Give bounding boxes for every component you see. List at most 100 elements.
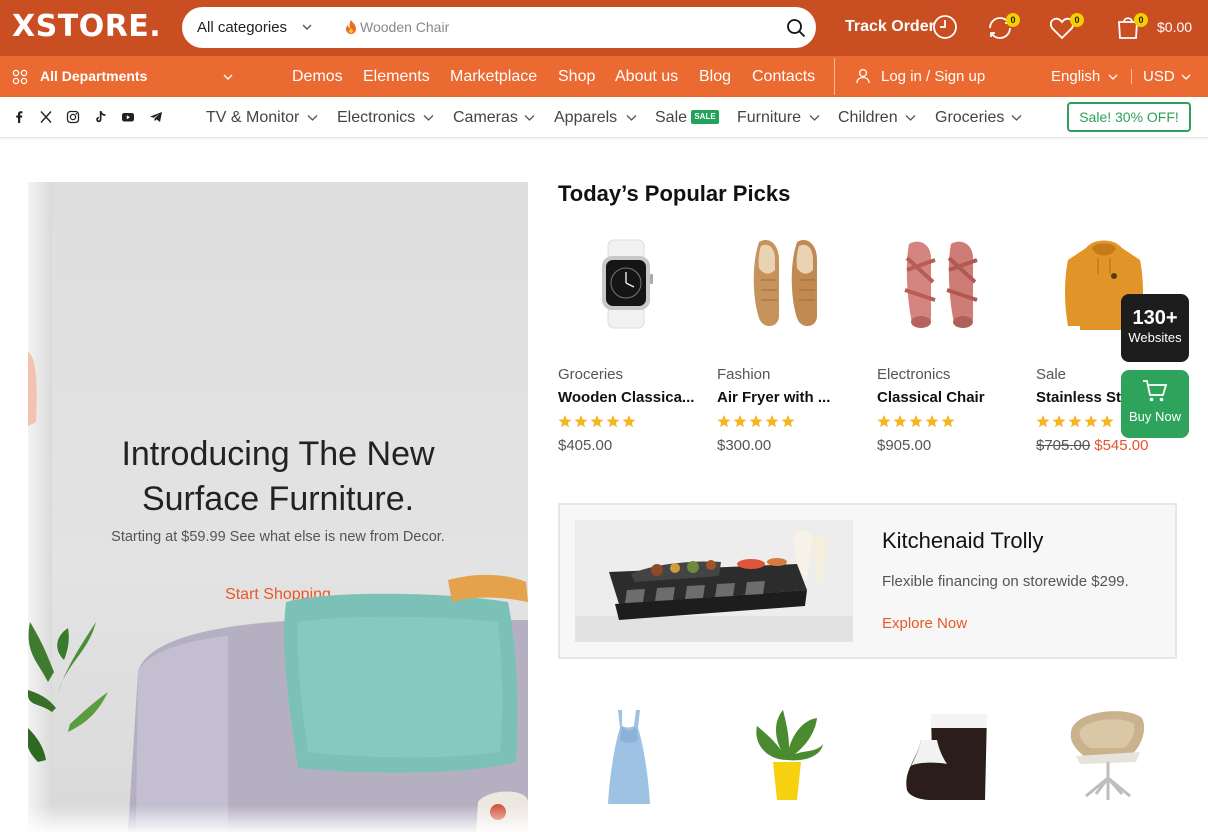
product-name[interactable]: Air Fryer with ... — [717, 389, 830, 407]
smartwatch-image[interactable] — [558, 230, 698, 340]
category-tv-monitor[interactable]: TV & Monitor — [206, 108, 299, 127]
chevron-down-icon[interactable] — [1180, 71, 1192, 83]
x-icon[interactable] — [39, 110, 53, 124]
nav-item-marketplace[interactable]: Marketplace — [450, 67, 537, 86]
product-price: $405.00 — [558, 437, 613, 454]
nav-item-about-us[interactable]: About us — [615, 67, 678, 86]
nav-item-contacts[interactable]: Contacts — [752, 67, 815, 86]
search-input[interactable]: Wooden Chair — [360, 19, 449, 36]
instagram-icon[interactable] — [66, 110, 80, 124]
potted-plant-image[interactable] — [717, 700, 857, 810]
sale-30-off-button[interactable]: Sale! 30% OFF! — [1067, 102, 1191, 132]
cart-icon — [1143, 380, 1168, 402]
sale-price: $545.00 — [1094, 437, 1149, 454]
nav-item-demos[interactable]: Demos — [292, 67, 343, 86]
product-price: $300.00 — [717, 437, 772, 454]
category-children[interactable]: Children — [838, 108, 898, 127]
category-furniture[interactable]: Furniture — [737, 108, 801, 127]
chevron-down-icon[interactable] — [1107, 71, 1119, 83]
star-rating — [558, 415, 636, 428]
product-name[interactable]: Wooden Classica... — [558, 389, 694, 407]
grill-image — [575, 520, 853, 642]
category-sale[interactable]: Sale — [655, 108, 687, 127]
cart-count-badge: 0 — [1134, 13, 1148, 27]
telegram-icon[interactable] — [149, 110, 163, 124]
compare-count-badge: 0 — [1006, 13, 1020, 27]
cart-total[interactable]: $0.00 — [1157, 19, 1192, 36]
nav-item-shop[interactable]: Shop — [558, 67, 595, 86]
category-select[interactable]: All categories — [197, 18, 287, 37]
loafers-image[interactable] — [717, 230, 857, 340]
product-card[interactable]: Groceries Wooden Classica... $405.00 — [558, 230, 708, 460]
product-name[interactable]: Stainless Ste — [1036, 389, 1129, 407]
hero-subtitle: Starting at $59.99 See what else is new … — [111, 529, 445, 545]
grid-icon[interactable] — [12, 69, 28, 85]
chevron-down-icon[interactable] — [523, 111, 536, 124]
star-rating — [877, 415, 955, 428]
clock-icon[interactable] — [932, 14, 958, 40]
armchair-image[interactable] — [1036, 700, 1176, 810]
youtube-icon[interactable] — [121, 110, 135, 124]
product-category: Groceries — [558, 366, 624, 383]
explore-now-link[interactable]: Explore Now — [882, 615, 967, 633]
track-order-link[interactable]: Track Order — [845, 17, 935, 37]
facebook-icon[interactable] — [12, 110, 26, 124]
buy-now-label: Buy Now — [1128, 409, 1182, 424]
product-category: Electronics — [877, 366, 951, 383]
chevron-down-icon[interactable] — [422, 111, 435, 124]
product-card[interactable]: Fashion Air Fryer with ... $300.00 — [717, 230, 867, 460]
dress-image[interactable] — [558, 700, 698, 810]
hero-title: Introducing The New Surface Furniture. — [121, 435, 435, 518]
main-navigation: All Departments Demos Elements Marketpla… — [0, 56, 1208, 97]
chevron-down-icon[interactable] — [306, 111, 319, 124]
product-price: $705.00 $545.00 — [1036, 437, 1148, 455]
star-rating — [717, 415, 795, 428]
websites-label: Websites — [1128, 330, 1182, 345]
tiktok-icon[interactable] — [94, 110, 108, 124]
search-bar[interactable]: All categories Wooden Chair — [182, 7, 816, 48]
locale-divider — [1131, 69, 1132, 84]
category-apparels[interactable]: Apparels — [554, 108, 617, 127]
promo-banner[interactable]: Kitchenaid Trolly Flexible financing on … — [558, 503, 1177, 659]
nav-divider — [834, 58, 835, 95]
currency-select[interactable]: USD — [1143, 68, 1175, 86]
category-bar: TV & Monitor Electronics Cameras Apparel… — [0, 97, 1208, 138]
product-category: Sale — [1036, 366, 1067, 383]
top-header: XSTORE. All categories Wooden Chair Trac… — [0, 0, 1208, 56]
user-icon[interactable] — [855, 68, 871, 84]
popular-picks-title: Today’s Popular Picks — [558, 181, 791, 206]
chevron-down-icon[interactable] — [625, 111, 638, 124]
wishlist-count-badge: 0 — [1070, 13, 1084, 27]
chevron-down-icon[interactable] — [1010, 111, 1023, 124]
language-select[interactable]: English — [1051, 68, 1100, 86]
hero-lamp-image — [28, 352, 37, 426]
star-rating — [1036, 415, 1114, 428]
chevron-down-icon[interactable] — [904, 111, 917, 124]
old-price: $705.00 — [1036, 437, 1091, 454]
sale-badge: SALE — [691, 110, 719, 124]
nav-item-elements[interactable]: Elements — [363, 67, 430, 86]
category-cameras[interactable]: Cameras — [453, 108, 518, 127]
product-card[interactable]: Electronics Classical Chair $905.00 — [877, 230, 1027, 460]
chevron-down-icon[interactable] — [808, 111, 821, 124]
all-departments-menu[interactable]: All Departments — [40, 68, 147, 85]
product-category: Fashion — [717, 366, 771, 383]
product-price: $905.00 — [877, 437, 932, 454]
websites-widget[interactable]: 130+ Websites — [1121, 294, 1189, 362]
nav-item-blog[interactable]: Blog — [699, 67, 731, 86]
login-signup-link[interactable]: Log in / Sign up — [881, 68, 985, 86]
vases-image[interactable] — [877, 700, 1017, 810]
search-icon[interactable] — [786, 18, 806, 38]
category-groceries[interactable]: Groceries — [935, 108, 1004, 127]
category-electronics[interactable]: Electronics — [337, 108, 415, 127]
chevron-down-icon[interactable] — [300, 20, 314, 34]
buy-now-button[interactable]: Buy Now — [1121, 370, 1189, 438]
hero-banner: Introducing The New Surface Furniture. S… — [28, 182, 528, 832]
promo-title: Kitchenaid Trolly — [882, 528, 1044, 553]
sandals-image[interactable] — [877, 230, 1017, 340]
sofa-image — [28, 574, 528, 832]
product-name[interactable]: Classical Chair — [877, 389, 985, 407]
chevron-down-icon[interactable] — [221, 70, 235, 84]
store-logo[interactable]: XSTORE. — [12, 9, 161, 45]
websites-count: 130+ — [1132, 307, 1178, 329]
